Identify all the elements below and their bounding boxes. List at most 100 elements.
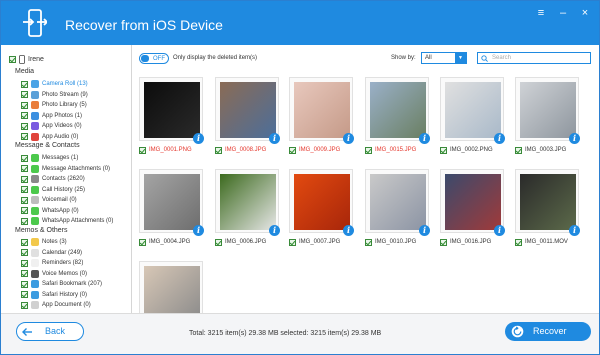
category-checkbox[interactable]: [21, 207, 28, 214]
photo-checkbox[interactable]: [365, 238, 372, 246]
photo-checkbox[interactable]: [440, 238, 447, 246]
menu-icon[interactable]: ≡: [535, 7, 547, 19]
sidebar-item[interactable]: App Document (0): [21, 300, 91, 310]
category-checkbox[interactable]: [21, 101, 28, 109]
sidebar-item[interactable]: Voice Memos (0): [21, 269, 87, 279]
photo-thumbnail[interactable]: i: [440, 77, 505, 144]
sidebar-item[interactable]: Call History (25): [21, 185, 85, 195]
photo-checkbox[interactable]: [215, 146, 222, 154]
photo-thumbnail[interactable]: i: [440, 169, 505, 236]
photo-thumbnail[interactable]: i: [139, 77, 204, 144]
photo-library-icon: [31, 101, 39, 109]
sidebar-item[interactable]: Voicemail (0): [21, 195, 77, 205]
photo-checkbox[interactable]: [515, 238, 522, 246]
category-checkbox[interactable]: [21, 165, 28, 172]
info-icon[interactable]: i: [419, 225, 430, 236]
photo-caption: IMG_0001.PNG: [139, 146, 192, 154]
info-icon[interactable]: i: [269, 133, 280, 144]
sidebar-item-label: Voice Memos (0): [42, 270, 88, 277]
section-memos-others: Memos & Others: [15, 227, 68, 234]
sidebar-item-label: Messages (1): [42, 155, 79, 161]
sidebar-item[interactable]: App Videos (0): [21, 121, 82, 131]
category-checkbox[interactable]: [21, 112, 28, 119]
sidebar-item[interactable]: Reminders (82): [21, 258, 83, 268]
photo-checkbox[interactable]: [289, 146, 296, 154]
sidebar-item[interactable]: WhatsApp (0): [21, 206, 79, 216]
sidebar-item[interactable]: Safari Bookmark (207): [21, 279, 102, 289]
photo-filename: IMG_0008.JPG: [225, 147, 267, 153]
category-checkbox[interactable]: [21, 175, 28, 183]
category-checkbox[interactable]: [21, 301, 28, 309]
photo-thumbnail[interactable]: i: [215, 77, 280, 144]
category-checkbox[interactable]: [21, 280, 28, 288]
sidebar-item[interactable]: Photo Stream (9): [21, 90, 88, 100]
photo-stream-icon: [31, 90, 39, 99]
sidebar-item[interactable]: Photo Library (5): [21, 100, 87, 110]
category-checkbox[interactable]: [21, 249, 28, 256]
info-icon[interactable]: i: [494, 133, 505, 144]
photo-checkbox[interactable]: [515, 146, 522, 154]
photo-checkbox[interactable]: [139, 146, 146, 154]
photo-thumbnail[interactable]: i: [289, 169, 354, 236]
info-icon[interactable]: i: [193, 133, 204, 144]
app-audio-icon: [31, 132, 39, 141]
info-icon[interactable]: i: [569, 225, 580, 236]
recover-window: Recover from iOS Device ≡ – × Irene Medi…: [0, 0, 600, 355]
photo-checkbox[interactable]: [215, 238, 222, 246]
photo-thumbnail[interactable]: i: [139, 169, 204, 236]
category-checkbox[interactable]: [21, 291, 28, 298]
sidebar-item[interactable]: Camera Roll (13): [21, 79, 88, 89]
sidebar-item[interactable]: Calendar (249): [21, 248, 82, 258]
sidebar-item[interactable]: WhatsApp Attachments (0): [21, 216, 113, 226]
search-input[interactable]: Search: [477, 52, 591, 64]
show-by-select[interactable]: All ▼: [421, 52, 467, 64]
category-checkbox[interactable]: [21, 154, 28, 162]
sidebar-item[interactable]: Safari History (0): [21, 290, 87, 300]
sidebar-item[interactable]: App Photos (1): [21, 111, 82, 121]
sidebar-item[interactable]: Contacts (2620): [21, 174, 85, 184]
photo-thumbnail[interactable]: i: [365, 77, 430, 144]
sidebar-item[interactable]: Messages (1): [21, 153, 78, 163]
recover-button[interactable]: Recover: [505, 322, 591, 341]
category-checkbox[interactable]: [21, 122, 28, 130]
photo-checkbox[interactable]: [365, 146, 372, 154]
info-icon[interactable]: i: [269, 225, 280, 236]
photo-checkbox[interactable]: [139, 238, 146, 246]
close-icon[interactable]: ×: [579, 7, 591, 19]
deleted-only-toggle[interactable]: OFF: [139, 53, 169, 64]
device-row[interactable]: Irene: [9, 53, 44, 65]
back-button[interactable]: Back: [16, 322, 84, 341]
category-checkbox[interactable]: [21, 91, 28, 98]
minimize-icon[interactable]: –: [557, 7, 569, 19]
info-icon[interactable]: i: [494, 225, 505, 236]
category-checkbox[interactable]: [21, 196, 28, 204]
category-checkbox[interactable]: [21, 80, 28, 88]
info-icon[interactable]: i: [569, 133, 580, 144]
category-checkbox[interactable]: [21, 238, 28, 246]
device-checkbox[interactable]: [9, 55, 16, 63]
category-checkbox[interactable]: [21, 217, 28, 225]
title-bar: Recover from iOS Device ≡ – ×: [1, 1, 599, 45]
photo-thumbnail[interactable]: i: [289, 77, 354, 144]
category-checkbox[interactable]: [21, 270, 28, 277]
photo-thumbnail[interactable]: i: [215, 169, 280, 236]
info-icon[interactable]: i: [193, 225, 204, 236]
photo-checkbox[interactable]: [289, 238, 296, 246]
photo-thumbnail[interactable]: i: [515, 77, 580, 144]
photo-caption: IMG_0009.JPG: [289, 146, 340, 154]
category-checkbox[interactable]: [21, 133, 28, 140]
sidebar-item[interactable]: Notes (3): [21, 237, 67, 247]
sidebar-item[interactable]: App Audio (0): [21, 132, 78, 142]
category-checkbox[interactable]: [21, 186, 28, 193]
info-icon[interactable]: i: [343, 133, 354, 144]
photo-checkbox[interactable]: [440, 146, 447, 154]
photo-thumbnail[interactable]: i: [365, 169, 430, 236]
photo-caption: IMG_0016.JPG: [440, 238, 491, 246]
search-placeholder: Search: [492, 55, 512, 61]
info-icon[interactable]: i: [343, 225, 354, 236]
category-checkbox[interactable]: [21, 259, 28, 267]
photo-image: [144, 82, 200, 138]
info-icon[interactable]: i: [419, 133, 430, 144]
photo-thumbnail[interactable]: i: [515, 169, 580, 236]
sidebar-item[interactable]: Message Attachments (0): [21, 164, 110, 174]
